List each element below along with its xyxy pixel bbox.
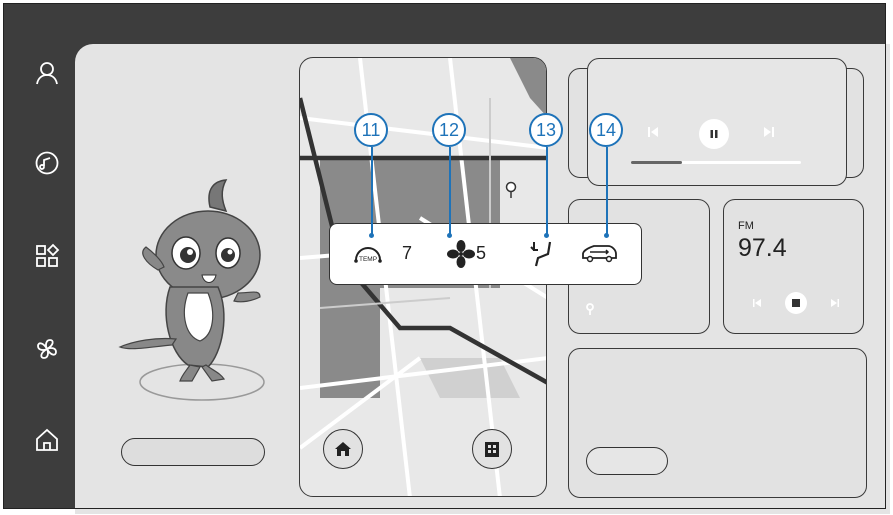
page-frame — [3, 3, 886, 509]
